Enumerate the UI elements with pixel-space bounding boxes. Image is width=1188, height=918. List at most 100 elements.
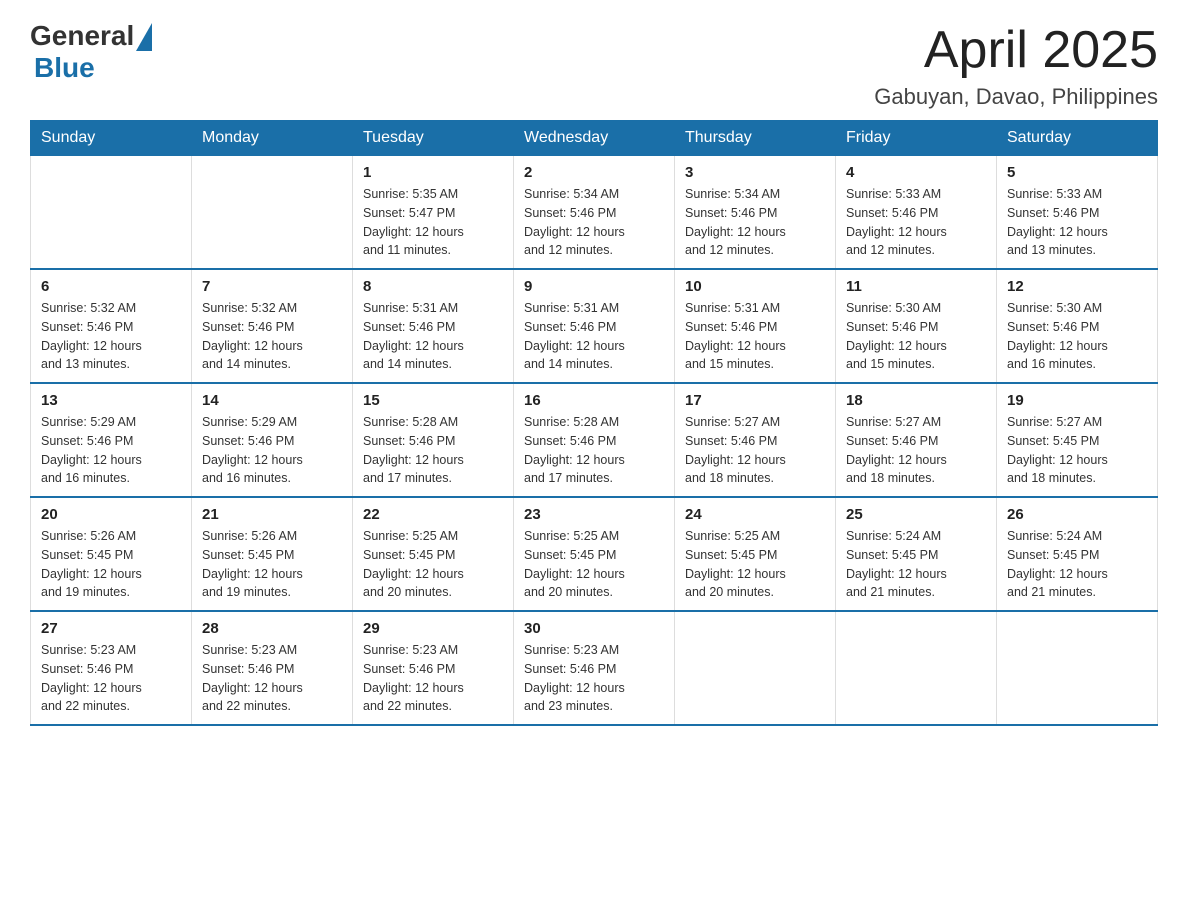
logo-general-text: General [30,20,134,52]
logo: General Blue [30,20,152,84]
calendar-cell: 13Sunrise: 5:29 AMSunset: 5:46 PMDayligh… [31,383,192,497]
day-number: 8 [363,278,503,295]
day-info: Sunrise: 5:23 AMSunset: 5:46 PMDaylight:… [41,641,181,716]
calendar-table: SundayMondayTuesdayWednesdayThursdayFrid… [30,120,1158,726]
calendar-cell: 2Sunrise: 5:34 AMSunset: 5:46 PMDaylight… [514,156,675,270]
title-section: April 2025 Gabuyan, Davao, Philippines [874,20,1158,110]
day-info: Sunrise: 5:27 AMSunset: 5:46 PMDaylight:… [846,413,986,488]
weekday-header: Sunday [31,121,192,156]
calendar-cell: 1 Sunrise: 5:35 AMSunset: 5:47 PMDaylight… [353,156,514,270]
weekday-header: Tuesday [353,121,514,156]
day-number: 10 [685,278,825,295]
day-info: Sunrise: 5:35 AMSunset: 5:47 PMDaylight:… [363,185,503,260]
subtitle: Gabuyan, Davao, Philippines [874,84,1158,110]
day-number: 19 [1007,392,1147,409]
weekday-header: Friday [836,121,997,156]
day-number: 14 [202,392,342,409]
day-info: Sunrise: 5:31 AMSunset: 5:46 PMDaylight:… [363,299,503,374]
calendar-header-row: SundayMondayTuesdayWednesdayThursdayFrid… [31,121,1158,156]
day-info: Sunrise: 5:33 AMSunset: 5:46 PMDaylight:… [846,185,986,260]
calendar-cell: 24 Sunrise: 5:25 AMSunset: 5:45 PMDayligh… [675,497,836,611]
calendar-cell: 4 Sunrise: 5:33 AMSunset: 5:46 PMDaylight… [836,156,997,270]
day-number: 20 [41,506,181,523]
day-number: 5 [1007,164,1147,181]
day-number: 24 [685,506,825,523]
day-info: Sunrise: 5:26 AMSunset: 5:45 PMDaylight:… [41,527,181,602]
day-info: Sunrise: 5:25 AMSunset: 5:45 PMDaylight:… [524,527,664,602]
calendar-cell: 20 Sunrise: 5:26 AMSunset: 5:45 PMDayligh… [31,497,192,611]
day-info: Sunrise: 5:23 AMSunset: 5:46 PMDaylight:… [524,641,664,716]
weekday-header: Monday [192,121,353,156]
logo-blue-text: Blue [34,52,95,84]
calendar-cell: 12Sunrise: 5:30 AMSunset: 5:46 PMDayligh… [997,269,1158,383]
calendar-cell [836,611,997,725]
day-info: Sunrise: 5:32 AMSunset: 5:46 PMDaylight:… [41,299,181,374]
calendar-week-row: 6 Sunrise: 5:32 AMSunset: 5:46 PMDaylight… [31,269,1158,383]
day-info: Sunrise: 5:29 AMSunset: 5:46 PMDaylight:… [202,413,342,488]
day-number: 21 [202,506,342,523]
day-info: Sunrise: 5:26 AMSunset: 5:45 PMDaylight:… [202,527,342,602]
day-info: Sunrise: 5:33 AMSunset: 5:46 PMDaylight:… [1007,185,1147,260]
logo-triangle-icon [136,23,152,51]
weekday-header: Saturday [997,121,1158,156]
day-number: 30 [524,620,664,637]
day-info: Sunrise: 5:31 AMSunset: 5:46 PMDaylight:… [685,299,825,374]
weekday-header: Wednesday [514,121,675,156]
day-info: Sunrise: 5:25 AMSunset: 5:45 PMDaylight:… [685,527,825,602]
calendar-cell: 28 Sunrise: 5:23 AMSunset: 5:46 PMDayligh… [192,611,353,725]
calendar-cell: 9Sunrise: 5:31 AMSunset: 5:46 PMDaylight… [514,269,675,383]
calendar-cell [31,156,192,270]
calendar-cell: 11Sunrise: 5:30 AMSunset: 5:46 PMDayligh… [836,269,997,383]
calendar-cell [675,611,836,725]
day-info: Sunrise: 5:34 AMSunset: 5:46 PMDaylight:… [524,185,664,260]
calendar-cell [997,611,1158,725]
day-number: 4 [846,164,986,181]
calendar-cell: 15Sunrise: 5:28 AMSunset: 5:46 PMDayligh… [353,383,514,497]
day-info: Sunrise: 5:23 AMSunset: 5:46 PMDaylight:… [363,641,503,716]
day-info: Sunrise: 5:30 AMSunset: 5:46 PMDaylight:… [1007,299,1147,374]
calendar-cell: 19 Sunrise: 5:27 AMSunset: 5:45 PMDayligh… [997,383,1158,497]
day-info: Sunrise: 5:24 AMSunset: 5:45 PMDaylight:… [846,527,986,602]
day-number: 26 [1007,506,1147,523]
calendar-week-row: 13 Sunrise: 5:29 AMSunset: 5:46 PMDayligh… [31,383,1158,497]
calendar-week-row: 1 Sunrise: 5:35 AMSunset: 5:47 PMDaylight… [31,156,1158,270]
day-number: 22 [363,506,503,523]
calendar-cell: 7Sunrise: 5:32 AMSunset: 5:46 PMDaylight… [192,269,353,383]
day-info: Sunrise: 5:27 AMSunset: 5:45 PMDaylight:… [1007,413,1147,488]
calendar-cell: 18 Sunrise: 5:27 AMSunset: 5:46 PMDayligh… [836,383,997,497]
calendar-cell: 6 Sunrise: 5:32 AMSunset: 5:46 PMDaylight… [31,269,192,383]
calendar-cell: 23Sunrise: 5:25 AMSunset: 5:45 PMDayligh… [514,497,675,611]
calendar-cell: 30 Sunrise: 5:23 AMSunset: 5:46 PMDayligh… [514,611,675,725]
day-number: 3 [685,164,825,181]
calendar-cell: 22 Sunrise: 5:25 AMSunset: 5:45 PMDayligh… [353,497,514,611]
day-info: Sunrise: 5:34 AMSunset: 5:46 PMDaylight:… [685,185,825,260]
day-info: Sunrise: 5:27 AMSunset: 5:46 PMDaylight:… [685,413,825,488]
calendar-cell [192,156,353,270]
calendar-week-row: 20 Sunrise: 5:26 AMSunset: 5:45 PMDayligh… [31,497,1158,611]
day-info: Sunrise: 5:23 AMSunset: 5:46 PMDaylight:… [202,641,342,716]
day-number: 13 [41,392,181,409]
day-number: 17 [685,392,825,409]
day-number: 18 [846,392,986,409]
day-info: Sunrise: 5:25 AMSunset: 5:45 PMDaylight:… [363,527,503,602]
day-number: 11 [846,278,986,295]
calendar-cell: 21 Sunrise: 5:26 AMSunset: 5:45 PMDayligh… [192,497,353,611]
day-number: 25 [846,506,986,523]
calendar-cell: 3 Sunrise: 5:34 AMSunset: 5:46 PMDaylight… [675,156,836,270]
day-info: Sunrise: 5:28 AMSunset: 5:46 PMDaylight:… [524,413,664,488]
day-number: 1 [363,164,503,181]
weekday-header: Thursday [675,121,836,156]
day-number: 29 [363,620,503,637]
day-number: 7 [202,278,342,295]
main-title: April 2025 [874,20,1158,80]
day-info: Sunrise: 5:24 AMSunset: 5:45 PMDaylight:… [1007,527,1147,602]
day-number: 6 [41,278,181,295]
day-number: 28 [202,620,342,637]
calendar-cell: 10 Sunrise: 5:31 AMSunset: 5:46 PMDayligh… [675,269,836,383]
calendar-cell: 16Sunrise: 5:28 AMSunset: 5:46 PMDayligh… [514,383,675,497]
calendar-cell: 26 Sunrise: 5:24 AMSunset: 5:45 PMDayligh… [997,497,1158,611]
calendar-cell: 29 Sunrise: 5:23 AMSunset: 5:46 PMDayligh… [353,611,514,725]
calendar-cell: 27Sunrise: 5:23 AMSunset: 5:46 PMDayligh… [31,611,192,725]
day-number: 15 [363,392,503,409]
calendar-cell: 25 Sunrise: 5:24 AMSunset: 5:45 PMDayligh… [836,497,997,611]
